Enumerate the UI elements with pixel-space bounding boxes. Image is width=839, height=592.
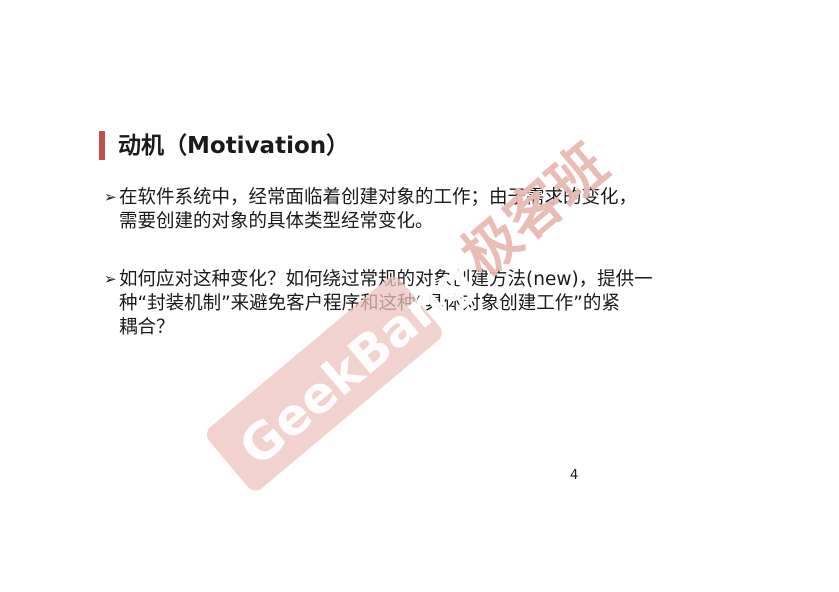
page-number: 4 <box>570 468 579 483</box>
bullet-line: 种“封装机制”来避免客户程序和这种“具体对象创建工作”的紧 <box>119 293 620 314</box>
bullet-point-1: ➢ 在软件系统中，经常面临着创建对象的工作；由于需求的变化， 需要创建的对象的具体… <box>104 185 744 234</box>
bullet-line: ➢ 如何应对这种变化？如何绕过常规的对象创建方法(new)，提供一 <box>104 267 744 292</box>
title-accent-bar <box>99 131 105 160</box>
bullet-text: 如何应对这种变化？如何绕过常规的对象创建方法(new)，提供一 <box>119 269 653 290</box>
bullet-line: 需要创建的对象的具体类型经常变化。 <box>119 211 434 232</box>
bullet-line: ➢ 在软件系统中，经常面临着创建对象的工作；由于需求的变化， <box>104 185 744 210</box>
slide: 动机（Motivation） ➢ 在软件系统中，经常面临着创建对象的工作；由于需求… <box>0 0 839 592</box>
slide-title: 动机（Motivation） <box>118 133 350 159</box>
bullet-point-2: ➢ 如何应对这种变化？如何绕过常规的对象创建方法(new)，提供一 种“封装机制”… <box>104 267 744 340</box>
arrow-bullet-icon: ➢ <box>104 270 117 288</box>
bullet-text: 在软件系统中，经常面临着创建对象的工作；由于需求的变化， <box>119 187 638 208</box>
arrow-bullet-icon: ➢ <box>104 188 117 206</box>
bullet-line: 耦合？ <box>119 317 175 338</box>
